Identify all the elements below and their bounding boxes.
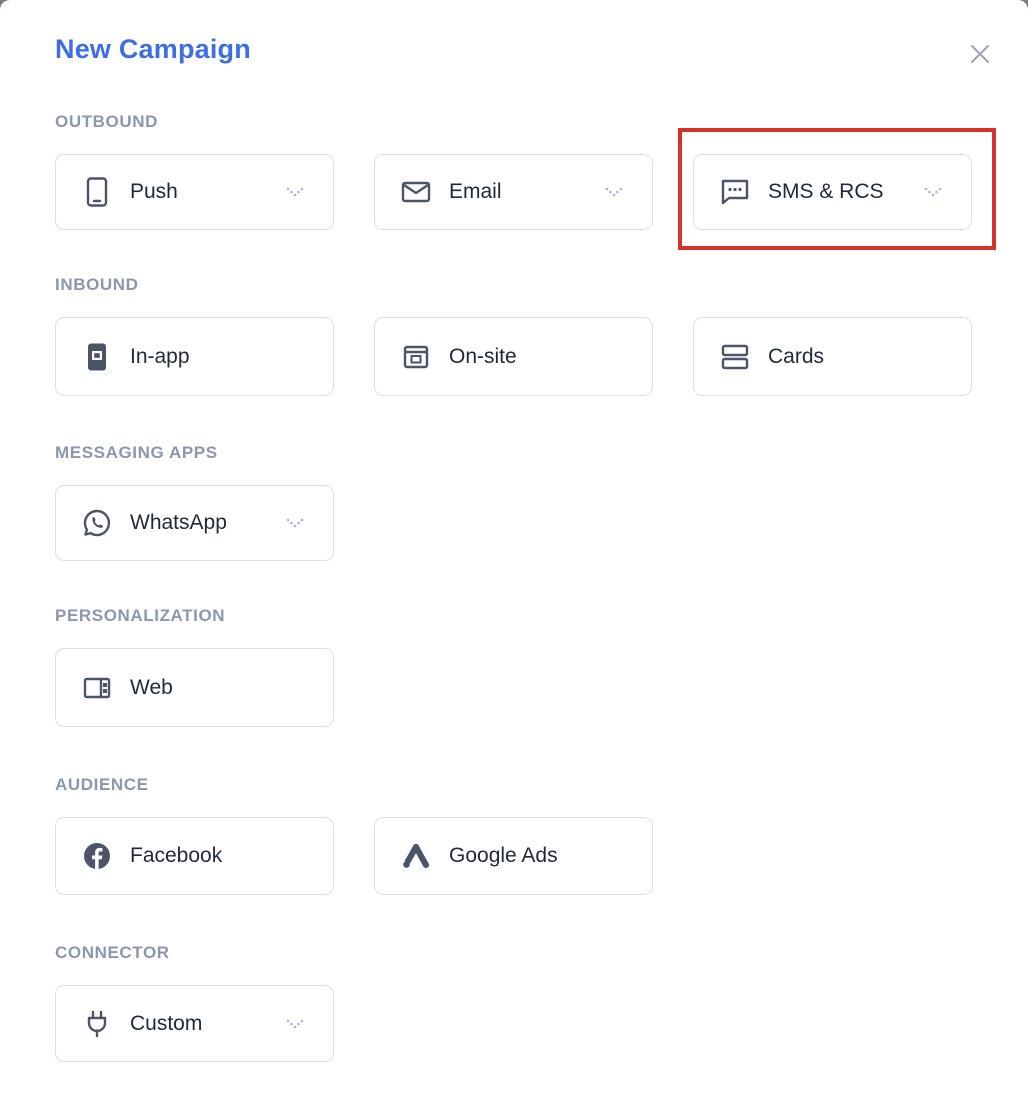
web-layout-icon (82, 673, 112, 703)
channel-facebook[interactable]: Facebook (55, 817, 334, 895)
channel-whatsapp-label: WhatsApp (130, 511, 227, 534)
browser-window-icon (401, 342, 431, 372)
facebook-icon (82, 841, 112, 871)
channel-email[interactable]: Email (374, 154, 653, 230)
channel-on-site[interactable]: On-site (374, 317, 653, 396)
dialog-title: New Campaign (55, 34, 251, 64)
channel-whatsapp[interactable]: WhatsApp (55, 485, 334, 561)
in-app-icon (82, 342, 112, 372)
channel-custom[interactable]: Custom (55, 985, 334, 1062)
chevron-down-icon (286, 1019, 304, 1028)
stacked-cards-icon (720, 342, 750, 372)
mobile-phone-icon (82, 177, 112, 207)
section-label-outbound: OUTBOUND (55, 112, 159, 131)
close-button[interactable] (962, 36, 998, 72)
channel-cards[interactable]: Cards (693, 317, 972, 396)
highlight-box (678, 128, 996, 250)
channel-email-label: Email (449, 180, 502, 203)
channel-google-ads-label: Google Ads (449, 844, 558, 867)
channel-google-ads[interactable]: Google Ads (374, 817, 653, 895)
section-label-messaging-apps: MESSAGING APPS (55, 443, 218, 462)
plug-icon (82, 1009, 112, 1039)
channel-push-label: Push (130, 180, 178, 203)
section-label-connector: CONNECTOR (55, 943, 170, 962)
section-label-personalization: PERSONALIZATION (55, 606, 226, 625)
google-ads-icon (401, 841, 431, 871)
new-campaign-dialog: New Campaign OUTBOUND Push Email SMS & R… (0, 0, 1028, 1098)
envelope-icon (401, 177, 431, 207)
section-label-audience: AUDIENCE (55, 775, 149, 794)
channel-on-site-label: On-site (449, 344, 517, 368)
section-label-inbound: INBOUND (55, 275, 139, 294)
channel-custom-label: Custom (130, 1011, 203, 1035)
whatsapp-icon (82, 508, 112, 538)
chevron-down-icon (286, 187, 304, 197)
channel-in-app-label: In-app (130, 344, 190, 368)
channel-push[interactable]: Push (55, 154, 334, 230)
channel-web-label: Web (130, 675, 173, 699)
chevron-down-icon (605, 187, 623, 197)
channel-facebook-label: Facebook (130, 844, 223, 867)
channel-cards-label: Cards (768, 344, 825, 368)
channel-web[interactable]: Web (55, 648, 334, 727)
channel-in-app[interactable]: In-app (55, 317, 334, 396)
chevron-down-icon (286, 518, 304, 528)
close-icon (971, 45, 989, 63)
